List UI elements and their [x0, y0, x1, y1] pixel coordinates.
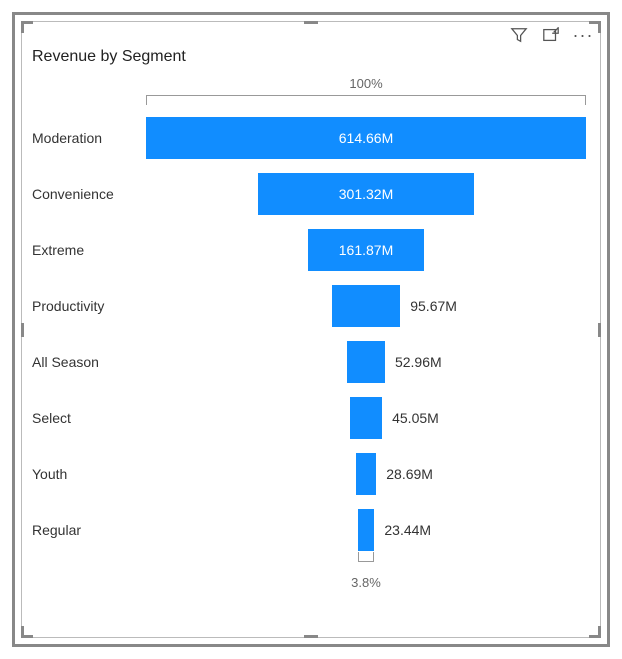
- bar-cell: 28.69M: [142, 453, 590, 495]
- visual-toolbar: ···: [510, 26, 592, 44]
- funnel-row[interactable]: Productivity 95.67M: [32, 285, 590, 327]
- value-label: 28.69M: [386, 466, 433, 482]
- value-label: 95.67M: [410, 298, 457, 314]
- more-options-icon[interactable]: ···: [574, 26, 592, 44]
- focus-mode-icon[interactable]: [542, 26, 560, 44]
- funnel-row[interactable]: Regular 23.44M: [32, 509, 590, 551]
- resize-handle-bottom[interactable]: [304, 635, 318, 638]
- resize-handle-right[interactable]: [598, 323, 601, 337]
- resize-handle-top[interactable]: [304, 21, 318, 24]
- bar-cell: 301.32M: [142, 173, 590, 215]
- funnel-row[interactable]: Extreme 161.87M: [32, 229, 590, 271]
- resize-handle-bl[interactable]: [21, 624, 35, 638]
- funnel-chart: 100% Moderation614.66M Convenience 301.32M…: [32, 76, 590, 590]
- category-label: Moderation: [32, 130, 142, 146]
- bar-cell: 23.44M: [142, 509, 590, 551]
- funnel-bar[interactable]: [347, 341, 385, 383]
- funnel-bar[interactable]: 614.66M: [146, 117, 586, 159]
- funnel-rows: Moderation614.66M Convenience 301.32M Extre…: [32, 117, 590, 551]
- funnel-bar[interactable]: [350, 397, 382, 439]
- resize-handle-tl[interactable]: [21, 21, 35, 35]
- bar-cell: 161.87M: [142, 229, 590, 271]
- category-label: All Season: [32, 354, 142, 370]
- chart-title: Revenue by Segment: [32, 48, 590, 66]
- category-label: Productivity: [32, 298, 142, 314]
- visual-tile[interactable]: ··· Revenue by Segment 100% Moderation61…: [21, 21, 601, 638]
- funnel-row[interactable]: Convenience 301.32M: [32, 173, 590, 215]
- funnel-bar[interactable]: 161.87M: [308, 229, 424, 271]
- category-label: Regular: [32, 522, 142, 538]
- funnel-row[interactable]: Moderation614.66M: [32, 117, 590, 159]
- funnel-row[interactable]: Youth 28.69M: [32, 453, 590, 495]
- funnel-bar[interactable]: [356, 453, 377, 495]
- value-label: 52.96M: [395, 354, 442, 370]
- bar-cell: 614.66M: [142, 117, 590, 159]
- category-label: Youth: [32, 466, 142, 482]
- resize-handle-br[interactable]: [587, 624, 601, 638]
- category-label: Convenience: [32, 186, 142, 202]
- bar-cell: 45.05M: [142, 397, 590, 439]
- funnel-bar[interactable]: [332, 285, 400, 327]
- bottom-bracket: 3.8%: [351, 561, 381, 590]
- value-label: 45.05M: [392, 410, 439, 426]
- top-percent-label: 100%: [349, 76, 382, 91]
- resize-handle-left[interactable]: [21, 323, 24, 337]
- top-bracket: 100%: [146, 76, 586, 105]
- funnel-row[interactable]: All Season 52.96M: [32, 341, 590, 383]
- bar-cell: 52.96M: [142, 341, 590, 383]
- filter-icon[interactable]: [510, 26, 528, 44]
- funnel-bar[interactable]: [358, 509, 375, 551]
- value-label: 23.44M: [384, 522, 431, 538]
- visual-outer-frame: ··· Revenue by Segment 100% Moderation61…: [12, 12, 610, 647]
- category-label: Extreme: [32, 242, 142, 258]
- category-label: Select: [32, 410, 142, 426]
- funnel-bar[interactable]: 301.32M: [258, 173, 474, 215]
- bottom-percent-label: 3.8%: [351, 575, 381, 590]
- bar-cell: 95.67M: [142, 285, 590, 327]
- funnel-row[interactable]: Select 45.05M: [32, 397, 590, 439]
